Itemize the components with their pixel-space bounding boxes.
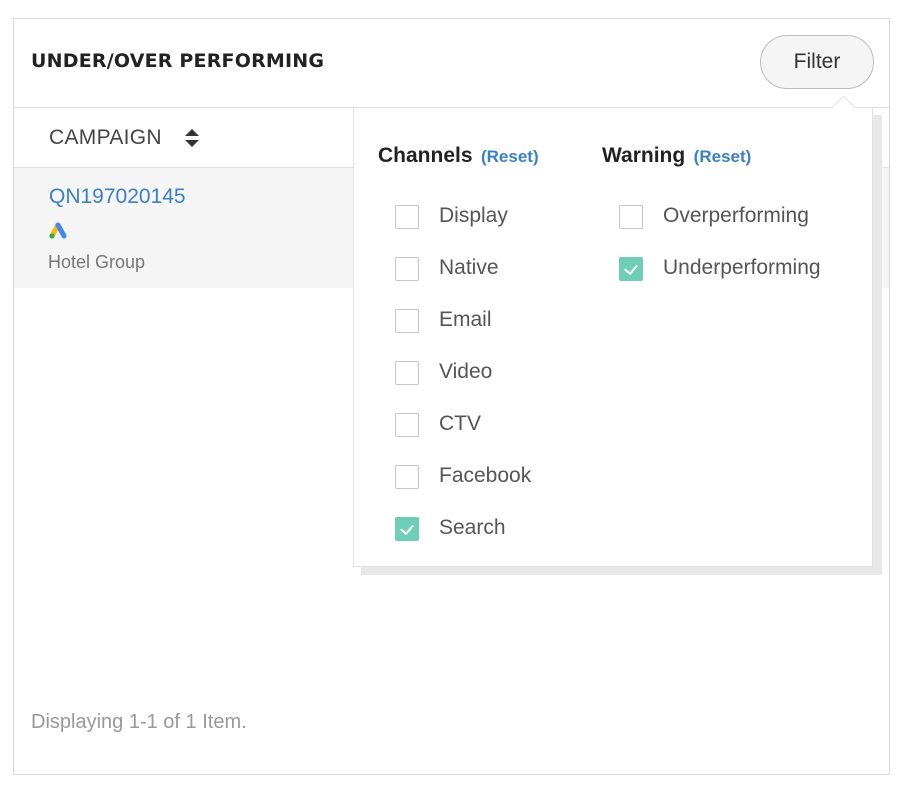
option-label: Native [439, 256, 499, 279]
check-icon [624, 260, 638, 276]
sort-icon[interactable] [184, 128, 200, 148]
pagination-summary: Displaying 1-1 of 1 Item. [31, 711, 247, 733]
checkbox[interactable] [395, 309, 419, 333]
checkbox[interactable] [619, 205, 643, 229]
google-ads-icon [49, 222, 67, 239]
checkbox[interactable] [395, 257, 419, 281]
option-label: Display [439, 204, 508, 227]
channels-heading-label: Channels [378, 144, 473, 167]
option-label: Facebook [439, 464, 532, 487]
channels-heading: Channels (Reset) [378, 144, 539, 168]
column-header-campaign[interactable]: CAMPAIGN [49, 126, 162, 150]
option-label: Search [439, 516, 506, 539]
panel-header: UNDER/OVER PERFORMING Filter [14, 19, 889, 108]
filter-button[interactable]: Filter [760, 35, 874, 89]
checkbox[interactable] [395, 361, 419, 385]
checkbox[interactable] [395, 465, 419, 489]
warning-heading-label: Warning [602, 144, 686, 167]
channels-reset-link[interactable]: (Reset) [481, 147, 539, 166]
warning-reset-link[interactable]: (Reset) [694, 147, 752, 166]
option-label: Underperforming [663, 256, 821, 279]
checkbox-checked[interactable] [619, 257, 643, 281]
option-label: Email [439, 308, 492, 331]
filter-dropdown: Channels (Reset) Display Native Email Vi… [353, 95, 873, 567]
option-label: Video [439, 360, 493, 383]
checkbox-checked[interactable] [395, 517, 419, 541]
option-label: CTV [439, 412, 481, 435]
campaign-id-link[interactable]: QN197020145 [49, 185, 186, 209]
checkbox[interactable] [395, 205, 419, 229]
panel-title: UNDER/OVER PERFORMING [31, 50, 325, 72]
check-icon [400, 520, 414, 536]
checkbox[interactable] [395, 413, 419, 437]
client-name: Hotel Group [48, 252, 146, 272]
warning-heading: Warning (Reset) [602, 144, 751, 168]
option-label: Overperforming [663, 204, 809, 227]
